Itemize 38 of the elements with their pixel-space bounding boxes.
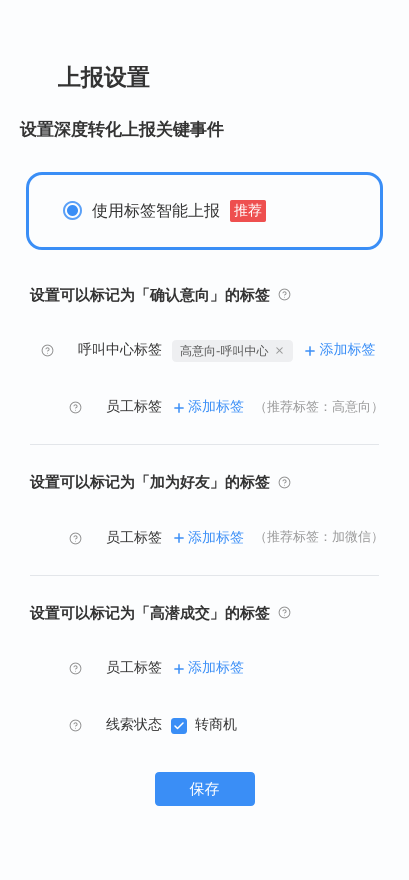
option-label: 使用标签智能上报 [92, 200, 220, 222]
field-label: 员工标签 [106, 659, 162, 678]
help-icon[interactable] [69, 401, 82, 414]
section-title: 设置可以标记为「确认意向」的标签 [30, 284, 270, 306]
help-icon[interactable] [278, 476, 291, 489]
add-tag-link[interactable]: 添加标签 [172, 658, 244, 679]
hint-text: （推荐标签：加微信） [254, 529, 384, 548]
recommend-badge: 推荐 [230, 200, 266, 222]
checkbox-label: 转商机 [195, 716, 237, 735]
help-icon[interactable] [41, 344, 54, 357]
field-label: 呼叫中心标签 [78, 341, 162, 360]
help-icon[interactable] [69, 719, 82, 732]
radio-button[interactable] [63, 201, 82, 220]
field-label: 员工标签 [106, 398, 162, 417]
section-title: 设置可以标记为「高潜成交」的标签 [30, 602, 270, 624]
help-icon[interactable] [69, 532, 82, 544]
help-icon[interactable] [69, 662, 82, 675]
help-icon[interactable] [278, 606, 291, 620]
checkbox[interactable] [171, 718, 187, 734]
help-icon[interactable] [278, 288, 291, 302]
add-tag-link[interactable]: 添加标签 [303, 340, 376, 361]
add-tag-link[interactable]: 添加标签 [172, 528, 244, 548]
field-label: 线索状态 [106, 716, 162, 735]
plus-icon [303, 344, 318, 358]
option-card[interactable]: 使用标签智能上报 推荐 [26, 172, 383, 250]
remove-icon[interactable] [274, 345, 286, 356]
tag-chip: 高意向-呼叫中心 [172, 340, 294, 362]
section-subtitle: 设置深度转化上报关键事件 [20, 119, 224, 142]
field-label: 员工标签 [106, 528, 162, 548]
add-tag-link[interactable]: 添加标签 [172, 397, 244, 418]
save-button[interactable]: 保存 [154, 772, 254, 806]
plus-icon [172, 662, 186, 676]
plus-icon [172, 531, 186, 545]
check-icon [173, 720, 185, 732]
page-title: 上报设置 [58, 64, 150, 93]
plus-icon [172, 400, 186, 414]
hint-text: （推荐标签：高意向） [254, 398, 384, 417]
section-title: 设置可以标记为「加为好友」的标签 [30, 472, 270, 493]
